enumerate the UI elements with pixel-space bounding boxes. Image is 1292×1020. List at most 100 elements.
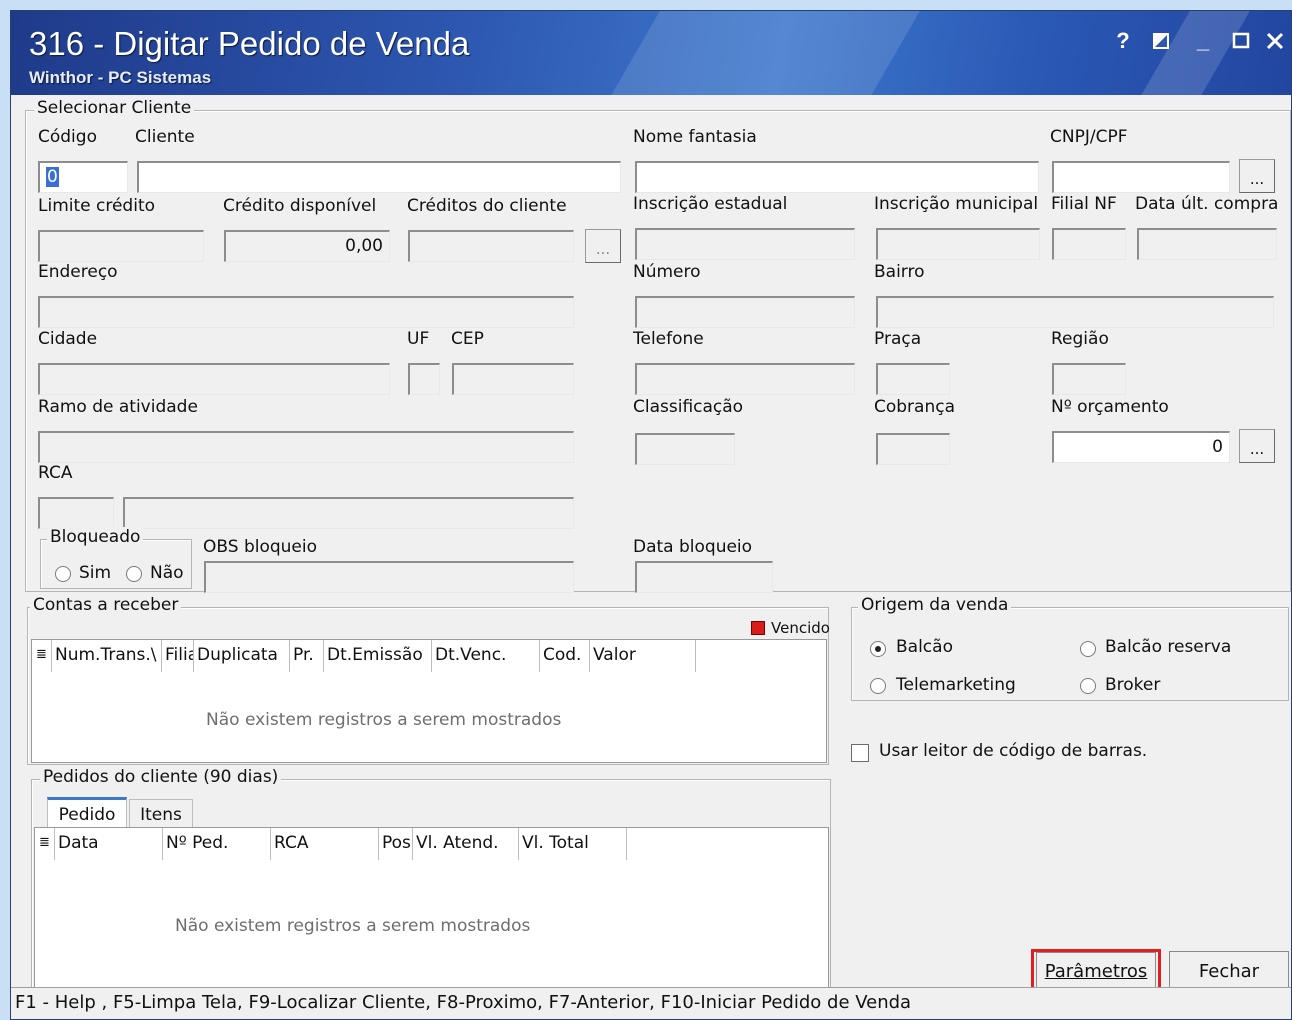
help-icon[interactable]: ?	[1109, 27, 1137, 55]
credito-disponivel-value: 0,00	[345, 236, 383, 256]
ramo-atividade-field	[38, 431, 574, 463]
col-valor[interactable]: Valor	[590, 640, 696, 672]
classificacao-label: Classificação	[633, 397, 744, 417]
vencido-legend-icon	[751, 621, 765, 635]
regiao-label: Região	[1051, 329, 1109, 349]
cidade-label: Cidade	[38, 329, 98, 349]
window-title: 316 - Digitar Pedido de Venda	[29, 25, 470, 62]
endereco-field	[38, 296, 574, 328]
origem-balcao-reserva-radio[interactable]	[1080, 641, 1096, 657]
regiao-field	[1052, 363, 1126, 395]
rca-label: RCA	[38, 463, 73, 483]
parametros-label: Parâmetros	[1044, 961, 1148, 982]
bairro-field	[876, 296, 1274, 328]
origem-venda-title: Origem da venda	[858, 595, 1012, 615]
endereco-label: Endereço	[38, 262, 118, 282]
bairro-label: Bairro	[874, 262, 925, 282]
fechar-button[interactable]: Fechar	[1169, 951, 1289, 991]
cobranca-field	[876, 433, 950, 465]
creditos-browse-button[interactable]: ...	[585, 229, 621, 263]
pedidos-grid[interactable]: ≣ Data Nº Ped. RCA Pos Vl. Atend. Vl. To…	[34, 827, 829, 991]
col-rca[interactable]: RCA	[271, 828, 379, 860]
col-cod[interactable]: Cod.	[540, 640, 590, 672]
col-duplicata[interactable]: Duplicata	[194, 640, 290, 672]
nome-fantasia-input[interactable]	[635, 161, 1039, 193]
data-bloqueio-field	[635, 561, 773, 593]
praca-field	[876, 363, 950, 395]
contas-receber-grid[interactable]: ≣ Num.Trans.\ Filia Duplicata Pr. Dt.Emi…	[31, 639, 827, 763]
inscricao-estadual-field	[635, 228, 855, 260]
origem-broker-radio[interactable]	[1080, 678, 1096, 694]
obs-bloqueio-field	[204, 561, 574, 593]
bloqueado-sim-radio[interactable]	[55, 566, 71, 582]
cnpj-browse-button[interactable]: ...	[1239, 159, 1275, 193]
cliente-input[interactable]	[137, 161, 621, 193]
credito-disponivel-label: Crédito disponível	[223, 196, 377, 216]
origem-balcao-radio[interactable]	[870, 641, 886, 657]
inscricao-estadual-label: Inscrição estadual	[633, 194, 788, 214]
numero-label: Número	[633, 262, 701, 282]
orcamento-input[interactable]: 0	[1052, 431, 1230, 463]
tab-pedido[interactable]: Pedido	[47, 797, 127, 827]
uf-field	[408, 363, 440, 395]
creditos-cliente-field	[408, 230, 574, 262]
ramo-atividade-label: Ramo de atividade	[38, 397, 198, 417]
cnpj-input[interactable]	[1052, 161, 1230, 193]
nao-label: Não	[150, 563, 184, 583]
creditos-cliente-label: Créditos do cliente	[407, 196, 567, 216]
col-data[interactable]: Data	[55, 828, 163, 860]
contas-receber-title: Contas a receber	[30, 595, 182, 615]
title-bar[interactable]: 316 - Digitar Pedido de Venda Winthor - …	[11, 11, 1291, 95]
bloqueado-nao-radio[interactable]	[126, 566, 142, 582]
obs-bloqueio-label: OBS bloqueio	[203, 537, 318, 557]
col-vl-atend[interactable]: Vl. Atend.	[413, 828, 519, 860]
orcamento-browse-button[interactable]: ...	[1239, 429, 1275, 463]
col-num-trans[interactable]: Num.Trans.\	[52, 640, 162, 672]
codigo-label: Código	[38, 127, 97, 147]
origem-telemarketing-label: Telemarketing	[896, 675, 1016, 695]
maximize-icon[interactable]	[1227, 27, 1255, 55]
rca-code-field	[38, 497, 114, 529]
bloqueado-title: Bloqueado	[47, 527, 144, 547]
contas-empty-message: Não existem registros a serem mostrados	[206, 710, 562, 730]
pedidos-cliente-title: Pedidos do cliente (90 dias)	[40, 767, 282, 787]
fechar-label: Fechar	[1198, 961, 1260, 982]
main-window: 316 - Digitar Pedido de Venda Winthor - …	[10, 10, 1292, 1020]
client-area: Selecionar Cliente Código Cliente Nome f…	[17, 98, 1291, 1015]
grid-menu-icon[interactable]: ≣	[35, 828, 55, 860]
col-pr[interactable]: Pr.	[290, 640, 324, 672]
col-dt-emissao[interactable]: Dt.Emissão	[324, 640, 432, 672]
data-ult-compra-label: Data últ. compra	[1135, 194, 1279, 214]
restore-icon[interactable]	[1147, 27, 1175, 55]
filial-nf-field	[1052, 228, 1126, 260]
pedidos-empty-message: Não existem registros a serem mostrados	[175, 916, 531, 936]
sim-label: Sim	[79, 563, 112, 583]
parametros-button[interactable]: Parâmetros	[1036, 952, 1156, 990]
inscricao-municipal-label: Inscrição municipal	[874, 194, 1039, 214]
numero-field	[635, 296, 855, 328]
nome-fantasia-label: Nome fantasia	[633, 127, 757, 147]
grid-menu-icon[interactable]: ≣	[32, 640, 52, 672]
col-dt-venc[interactable]: Dt.Venc.	[432, 640, 540, 672]
praca-label: Praça	[874, 329, 922, 349]
col-vl-total[interactable]: Vl. Total	[519, 828, 627, 860]
orcamento-label: Nº orçamento	[1051, 397, 1169, 417]
codigo-value: 0	[46, 167, 59, 187]
credito-disponivel-field: 0,00	[224, 230, 390, 262]
cep-field	[452, 363, 574, 395]
barcode-checkbox[interactable]	[851, 744, 869, 762]
origem-balcao-reserva-label: Balcão reserva	[1105, 637, 1232, 657]
barcode-label: Usar leitor de código de barras.	[879, 741, 1148, 761]
col-pos[interactable]: Pos	[379, 828, 413, 860]
col-num-ped[interactable]: Nº Ped.	[163, 828, 271, 860]
origem-balcao-label: Balcão	[896, 637, 953, 657]
data-bloqueio-label: Data bloqueio	[633, 537, 753, 557]
minimize-icon[interactable]: _	[1189, 27, 1217, 55]
origem-telemarketing-radio[interactable]	[870, 678, 886, 694]
close-icon[interactable]	[1261, 27, 1289, 55]
rca-name-field	[123, 497, 574, 529]
codigo-input[interactable]: 0	[38, 161, 128, 193]
telefone-field	[635, 363, 855, 395]
tab-itens[interactable]: Itens	[129, 799, 193, 829]
col-filial[interactable]: Filia	[162, 640, 194, 672]
